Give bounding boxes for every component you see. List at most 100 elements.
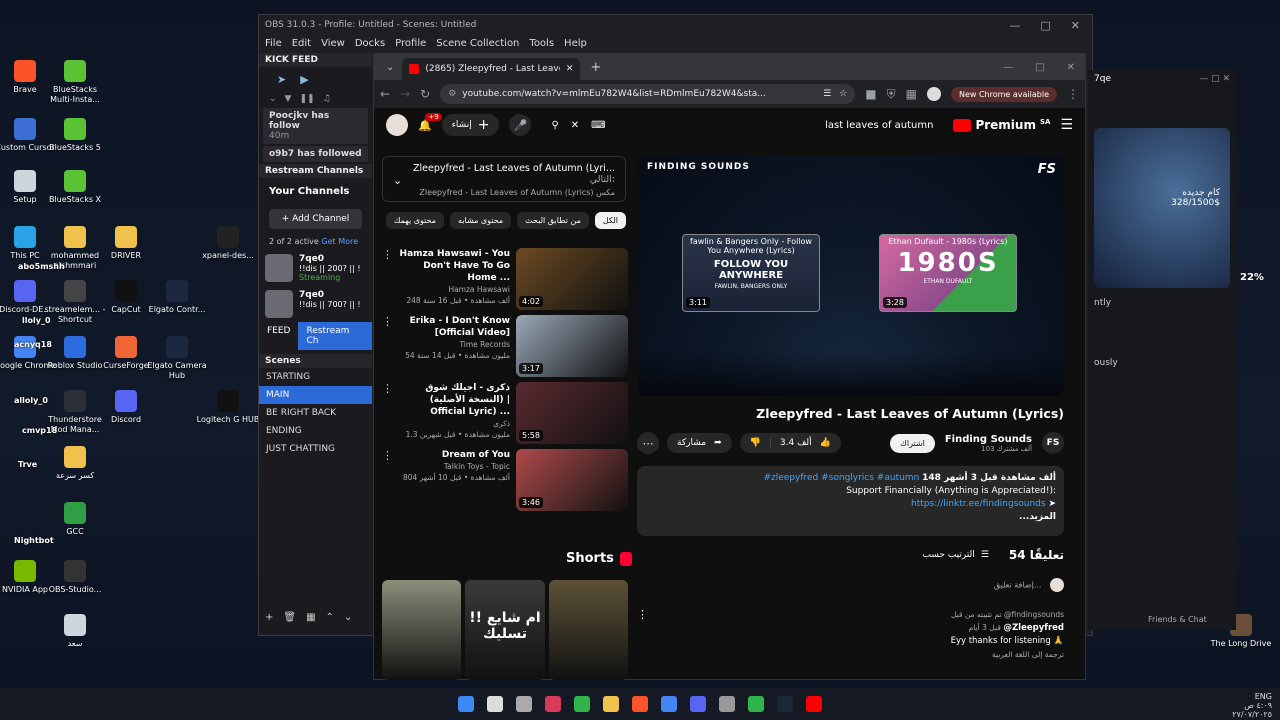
desktop-icon[interactable]: Discord xyxy=(94,390,158,425)
security-icon[interactable] xyxy=(719,696,735,712)
sort-button[interactable]: الترتيب حسب ☰ xyxy=(923,550,989,560)
desktop-icon[interactable]: سعد xyxy=(43,614,107,649)
filter-scene-icon[interactable]: ▦ xyxy=(306,612,315,623)
add-channel-button[interactable]: + Add Channel xyxy=(269,209,362,229)
folder-icon[interactable] xyxy=(603,696,619,712)
menu-item-profile[interactable]: Profile xyxy=(395,38,426,49)
desktop-icon[interactable]: Logitech G HUB xyxy=(196,390,260,425)
desktop-icon[interactable]: کسر سرعة xyxy=(43,446,107,481)
create-button[interactable]: إنشاء + xyxy=(441,114,500,136)
tab-search-icon[interactable]: ⌄ xyxy=(378,62,402,73)
translate-link[interactable]: ترجمة إلى اللغة العربية xyxy=(951,648,1064,661)
megaphone-icon[interactable]: ▶ xyxy=(300,73,308,86)
tab-feed[interactable]: FEED xyxy=(259,322,298,350)
short-thumbnail[interactable] xyxy=(548,580,628,680)
filter-chip[interactable]: محتوى يهمك xyxy=(385,212,444,229)
playlist-panel[interactable]: ⌄ Zleepyfred - Last Leaves of Autumn (Ly… xyxy=(382,156,626,202)
clock-date[interactable]: ٢٧/٠٧/٢٠٢٥ xyxy=(1232,710,1272,719)
recommendation-item[interactable]: ⋮ ذكرى - اجيلك شوق (النسخة الأصلية) | Off… xyxy=(382,382,628,448)
get-more-link[interactable]: Get More xyxy=(321,237,358,246)
new-tab-icon[interactable]: + xyxy=(580,60,611,75)
search-icon[interactable] xyxy=(487,696,503,712)
desktop-icon[interactable]: DRIVER xyxy=(94,226,158,261)
tab-restream[interactable]: Restream Ch xyxy=(298,322,372,350)
channel-card[interactable]: 7qe0 !!dis || 200? || ! Streaming xyxy=(259,250,372,286)
volume-icon[interactable]: ♫ xyxy=(323,94,331,104)
search-icon[interactable]: ⚲ xyxy=(551,120,558,131)
video-player[interactable]: FINDING SOUNDS FS fawlin & Bangers Only … xyxy=(637,156,1064,396)
menu-icon[interactable]: ⋮ xyxy=(1067,87,1079,101)
brave-icon[interactable] xyxy=(632,696,648,712)
notifications-icon[interactable]: 🔔 +9 xyxy=(418,112,442,132)
steam-icon[interactable] xyxy=(777,696,793,712)
keyboard-icon[interactable]: ⌨ xyxy=(591,120,605,131)
promo-banner[interactable]: كام جديده 328/1500$ xyxy=(1094,128,1230,288)
comment-author[interactable]: @Zleepyfred xyxy=(1004,623,1064,633)
account-avatar[interactable] xyxy=(386,114,408,136)
more-actions-icon[interactable]: ⋯ xyxy=(637,432,659,454)
menu-item-edit[interactable]: Edit xyxy=(292,38,311,49)
subscribe-button[interactable]: اشتراك xyxy=(890,433,935,453)
clear-search-icon[interactable]: ✕ xyxy=(571,120,579,131)
recommendation-item[interactable]: ⋮ Hamza Hawsawi - You Don't Have To Go Ho… xyxy=(382,248,628,314)
puzzle-icon[interactable]: ▦ xyxy=(906,87,917,101)
settings-icon[interactable] xyxy=(516,696,532,712)
end-card[interactable]: fawlin & Bangers Only - Follow You Anywh… xyxy=(682,234,820,312)
like-icon[interactable]: 👍 xyxy=(820,438,831,448)
clock-time[interactable]: ٤:٠٩ ص xyxy=(1232,701,1272,710)
maximize-icon[interactable]: □ xyxy=(1040,19,1050,32)
green-app-icon[interactable] xyxy=(574,696,590,712)
add-comment-input[interactable]: إضافة تعليق... xyxy=(637,578,1064,592)
video-thumbnail[interactable]: 5:58 xyxy=(516,382,628,444)
share-button[interactable]: مشاركة ➦ xyxy=(667,433,732,453)
youtube-premium-logo[interactable]: Premium SA xyxy=(953,118,1050,132)
comment-menu-icon[interactable]: ⋮ xyxy=(637,608,648,661)
youtube-icon[interactable] xyxy=(806,696,822,712)
close-icon[interactable]: ✕ xyxy=(1067,62,1075,73)
move-down-icon[interactable]: ⌄ xyxy=(344,612,352,623)
menu-item-tools[interactable]: Tools xyxy=(529,38,554,49)
video-thumbnail[interactable]: 3:46 xyxy=(516,449,628,511)
friends-chat-label[interactable]: Friends & Chat xyxy=(1148,615,1207,624)
recommendation-item[interactable]: ⋮ Dream of You Talkin Toys - Topic 804 ألف … xyxy=(382,449,628,515)
search-bar[interactable]: ⚲ ✕ ⌨ last leaves of autumn xyxy=(541,113,943,137)
description-link[interactable]: https://linktr.ee/findingsounds xyxy=(911,499,1046,509)
delete-scene-icon[interactable]: 🗑 xyxy=(283,612,296,623)
close-tab-icon[interactable]: ✕ xyxy=(566,64,574,74)
video-thumbnail[interactable]: 4:02 xyxy=(516,248,628,310)
filter-chip[interactable]: محتوى مشابه xyxy=(449,212,512,229)
back-icon[interactable]: ← xyxy=(380,87,390,101)
desktop-icon[interactable]: BlueStacks X xyxy=(43,170,107,205)
scene-item[interactable]: ENDING xyxy=(259,422,372,440)
bookmark-star-icon[interactable]: ☆ xyxy=(839,89,847,99)
new-chrome-button[interactable]: New Chrome available xyxy=(950,86,1057,102)
filter-chip[interactable]: الكل xyxy=(594,212,626,229)
description-tags[interactable]: #zleepyfred #songlyrics #autumn xyxy=(763,473,919,483)
scene-item[interactable]: MAIN xyxy=(259,386,372,404)
more-options-icon[interactable]: ⋮ xyxy=(382,449,393,462)
scene-item[interactable]: JUST CHATTING xyxy=(259,440,372,458)
app-icon[interactable] xyxy=(545,696,561,712)
desktop-icon[interactable]: GCC xyxy=(43,502,107,537)
short-thumbnail[interactable] xyxy=(382,580,462,680)
browser-tab[interactable]: (2865) Zleepyfred - Last Leaves ✕ xyxy=(402,58,581,80)
more-options-icon[interactable]: ⋮ xyxy=(382,315,393,328)
desktop-icon[interactable]: BlueStacks 5 xyxy=(43,118,107,153)
menu-item-scene-collection[interactable]: Scene Collection xyxy=(436,38,519,49)
close-icon[interactable]: ✕ xyxy=(1071,19,1080,32)
discord-icon[interactable] xyxy=(690,696,706,712)
language-indicator[interactable]: ENG xyxy=(1255,692,1272,701)
site-info-icon[interactable]: ⚙ xyxy=(448,89,456,99)
channel-card[interactable]: 7qe0 !!dis || 700? || ! xyxy=(259,286,372,322)
hamburger-menu-icon[interactable]: ☰ xyxy=(1060,117,1073,133)
video-thumbnail[interactable]: 3:17 xyxy=(516,315,628,377)
send-icon[interactable]: ➤ xyxy=(277,73,286,86)
menu-item-file[interactable]: File xyxy=(265,38,282,49)
end-card[interactable]: Ethan Dufault - 1980s (Lyrics) 1980S ETH… xyxy=(879,234,1017,312)
chevron-down-icon[interactable]: ⌄ xyxy=(269,94,277,104)
channel-name[interactable]: Finding Sounds xyxy=(945,434,1032,445)
address-bar[interactable]: ⚙ youtube.com/watch?v=mlmEu782W4&list=RD… xyxy=(440,84,856,104)
recommendation-item[interactable]: ⋮ Erika - I Don't Know [Official Video] Ti… xyxy=(382,315,628,381)
filter-chip[interactable]: من تطابق البحث xyxy=(517,212,589,229)
extension-icon[interactable]: ■ xyxy=(865,87,876,101)
